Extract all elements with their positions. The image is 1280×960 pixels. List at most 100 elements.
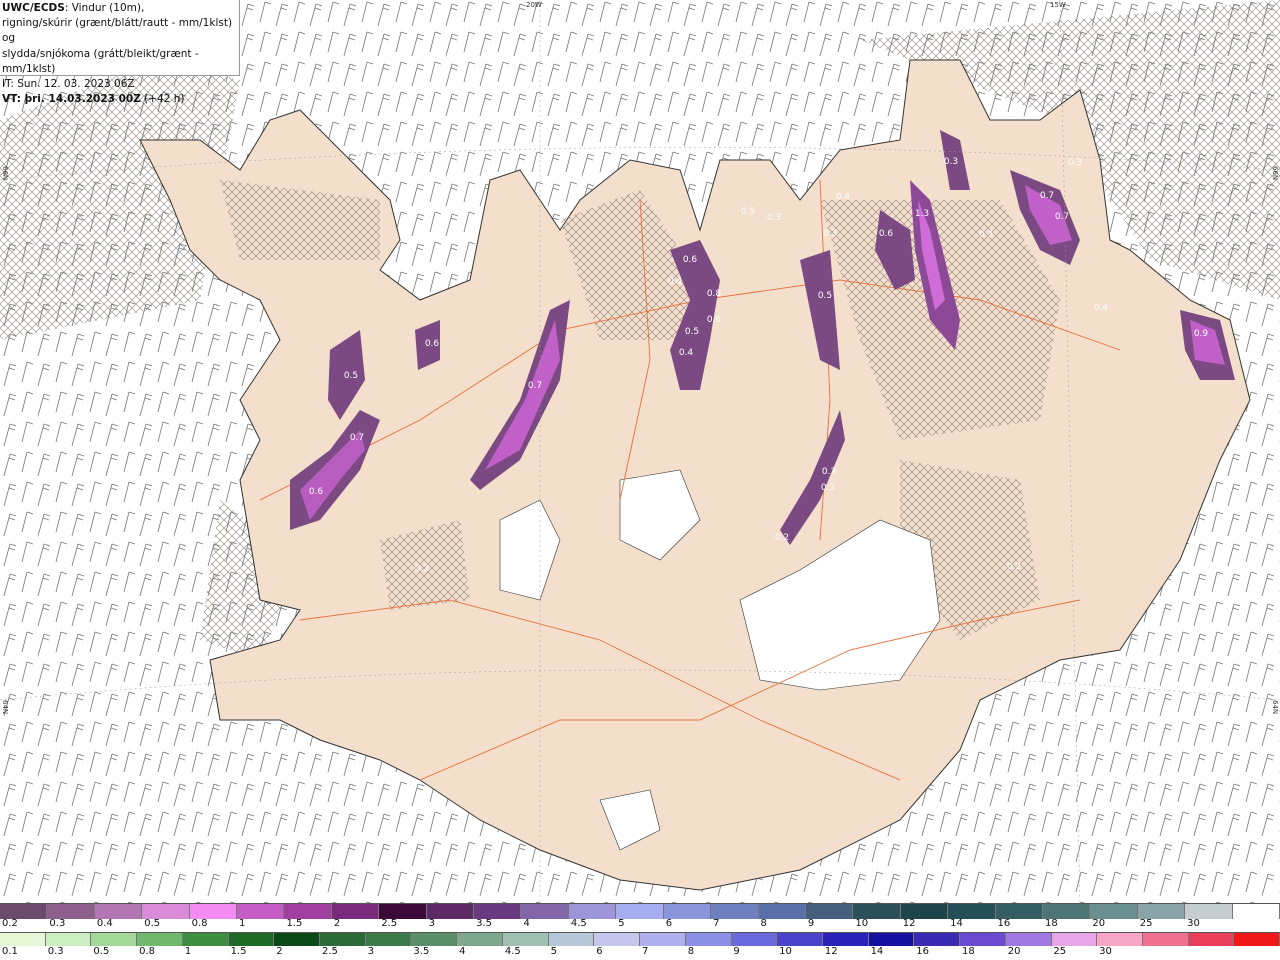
precip-value-label: 0.4 — [668, 277, 683, 287]
snow-legend-swatch — [711, 904, 759, 919]
snow-legend-label: 4.5 — [570, 918, 587, 929]
snow-legend-label: 0.3 — [49, 918, 66, 929]
rain-legend-swatch — [1097, 933, 1143, 946]
precip-value-label: 0.6 — [683, 255, 698, 265]
rain-legend-label: 12 — [824, 946, 838, 957]
precip-value-label: 0.5 — [818, 291, 832, 301]
snow-legend-swatch — [284, 904, 332, 919]
issue-time: IT: Sun. 12. 03. 2023 06Z — [2, 78, 135, 91]
rain-legend-label: 2 — [276, 946, 283, 957]
snow-legend-label: 7 — [713, 918, 720, 929]
precip-value-label: 0.3 — [979, 230, 993, 240]
rain-legend-swatch — [137, 933, 183, 946]
snow-legend-swatch — [189, 904, 238, 919]
rain-legend-swatch — [594, 933, 641, 946]
snow-legend-label: 0.4 — [96, 918, 113, 929]
info-desc-1: : Vindur (10m), — [64, 2, 145, 14]
rain-legend-label: 3.5 — [413, 946, 430, 957]
snow-legend-label: 2 — [333, 918, 341, 929]
rain-legend-label: 0.5 — [93, 946, 110, 957]
lon-label-15w: 15W — [1050, 1, 1066, 9]
snow-legend-swatch — [331, 904, 380, 919]
precip-value-label: 0.3 — [823, 229, 837, 239]
snow-legend-swatch — [1090, 904, 1138, 919]
rain-legend-swatch — [640, 933, 686, 946]
snow-legend-swatch — [853, 904, 901, 919]
rain-legend-swatch — [228, 933, 275, 946]
snow-legend-swatch — [379, 904, 427, 919]
snow-legend-label: 18 — [1044, 918, 1058, 929]
snow-legend-label: 0.8 — [191, 918, 208, 929]
precip-value-label: 0.7 — [1040, 191, 1054, 201]
snow-legend-labels: 0.2 0.3 0.4 0.5 0.8 1 1.5 2 2.5 3 3.5 4 4.5 5 6 7 8 9 10 12… — [0, 918, 1280, 932]
lat-label-66n-left: 66N — [1, 166, 9, 181]
forecast-info-panel: UWC/ECDS: Vindur (10m), rigning/skúrir (… — [0, 0, 240, 105]
rain-legend-label: 4.5 — [504, 946, 521, 957]
snow-legend-label: 30 — [1187, 918, 1200, 929]
rain-legend-swatch — [777, 933, 823, 946]
valid-time-line: VT: þri. 14.03.2023 00Z (+42 h) — [2, 92, 239, 107]
snow-legend-swatch — [900, 904, 949, 919]
rain-legend-label: 20 — [1007, 946, 1021, 957]
rain-legend-label: 16 — [916, 946, 930, 957]
rain-legend-swatch — [1051, 933, 1098, 946]
rain-legend-label: 0.8 — [139, 946, 156, 957]
rain-legend-swatch — [1142, 933, 1189, 946]
precip-value-label: 0.2 — [415, 564, 429, 574]
precip-value-label: 0.6 — [879, 229, 894, 239]
precip-value-label: 0.7 — [350, 433, 364, 443]
rain-legend-swatch — [457, 933, 503, 946]
precip-value-label: 0.7 — [528, 381, 542, 391]
rain-legend-swatch — [731, 933, 778, 946]
precip-value-label: 0.6 — [309, 487, 324, 497]
snow-legend-swatch — [616, 904, 664, 919]
lat-label-64n-left: 64N — [1, 700, 9, 715]
precip-value-label: 0.3 — [821, 483, 835, 493]
rain-legend-labels: 0.1 0.3 0.5 0.8 1 1.5 2 2.5 3 3.5 4 4.5 5 6 7 8 9 10 12 14 1… — [0, 946, 1280, 960]
snow-legend-label: 0.5 — [144, 918, 161, 929]
snow-legend-label: 0.2 — [2, 918, 18, 929]
rain-legend-swatch — [365, 933, 412, 946]
snow-legend-swatch — [474, 904, 522, 919]
lat-label-66n-right: 66N — [1271, 166, 1279, 181]
rain-legend-swatch — [914, 933, 961, 946]
info-desc-3: slydda/snjókoma (grátt/bleikt/grænt - mm… — [2, 47, 199, 75]
precip-value-label: 0.3 — [767, 213, 781, 223]
valid-time: VT: þri. 14.03.2023 00Z — [2, 93, 141, 106]
precip-value-label: 0.4 — [679, 348, 694, 358]
precip-value-label: 0.4 — [1094, 303, 1109, 313]
lat-label-64n-right: 64N — [1271, 700, 1279, 715]
rain-legend-label: 30 — [1099, 946, 1112, 957]
snow-legend-label: 16 — [997, 918, 1011, 929]
rain-legend-label: 2.5 — [322, 946, 338, 957]
rain-legend-swatch — [502, 933, 549, 946]
snow-legend-swatch — [1137, 904, 1186, 919]
precip-value-label: 0.2 — [775, 533, 789, 543]
rain-legend-swatch — [960, 933, 1006, 946]
snow-legend-label: 14 — [950, 918, 963, 929]
info-desc-2: rigning/skúrir (grænt/blátt/rautt - mm/1… — [2, 17, 233, 45]
snow-legend-label: 4 — [523, 918, 530, 929]
snow-legend-label: 9 — [807, 918, 815, 929]
info-title-line: UWC/ECDS: Vindur (10m), — [2, 1, 239, 16]
precip-value-label: 0.3 — [1068, 158, 1082, 168]
precip-value-label: 0.3 — [822, 467, 836, 477]
rain-legend-label: 6 — [596, 946, 603, 957]
rain-legend-label: 0.3 — [47, 946, 64, 957]
snow-legend-label: 5 — [618, 918, 625, 929]
rain-legend-label: 7 — [642, 946, 649, 957]
precip-value-label: 0.4 — [836, 192, 851, 202]
rain-legend-swatch — [320, 933, 366, 946]
snow-legend-swatch — [1042, 904, 1091, 919]
precip-value-label: 0.7 — [1055, 212, 1069, 222]
snow-legend-swatch — [1232, 904, 1280, 919]
precip-value-label: 0.8 — [707, 289, 722, 299]
rain-legend-label: 0.1 — [2, 946, 18, 957]
snow-legend-swatch — [142, 904, 190, 919]
rain-legend-swatch — [45, 933, 92, 946]
rain-legend-swatch — [91, 933, 138, 946]
rain-legend-swatch — [0, 933, 46, 946]
snow-legend-label: 12 — [902, 918, 916, 929]
rain-legend-swatch — [411, 933, 458, 946]
precip-value-label: 0.9 — [1194, 329, 1209, 339]
